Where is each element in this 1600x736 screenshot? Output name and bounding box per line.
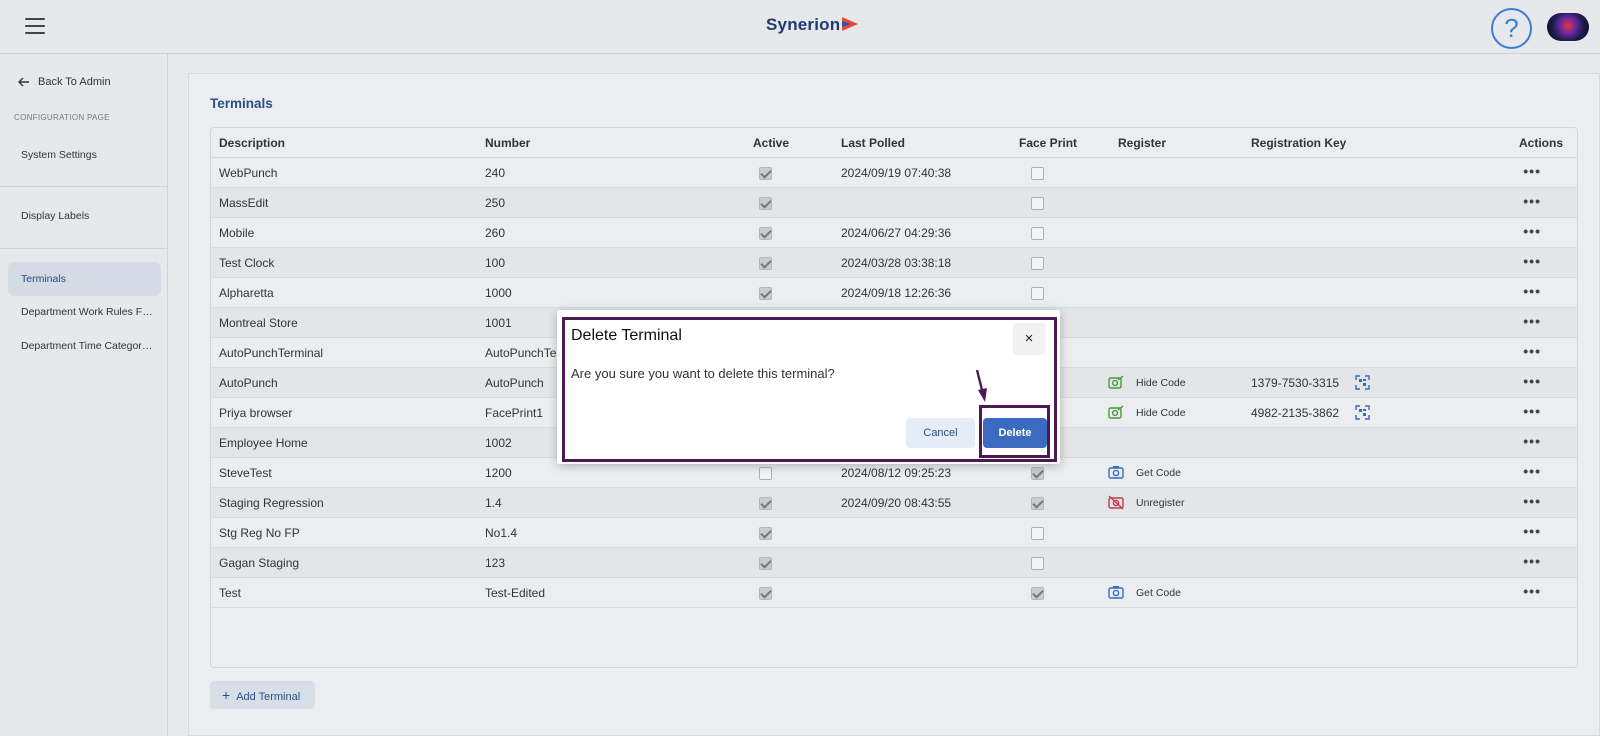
dialog-title: Delete Terminal — [571, 327, 682, 344]
cancel-button[interactable]: Cancel — [906, 418, 975, 448]
dialog-message: Are you sure you want to delete this ter… — [571, 366, 835, 381]
pointer-arrow-icon — [975, 369, 987, 402]
delete-highlight-frame — [979, 405, 1050, 458]
close-icon[interactable]: × — [1013, 323, 1045, 355]
